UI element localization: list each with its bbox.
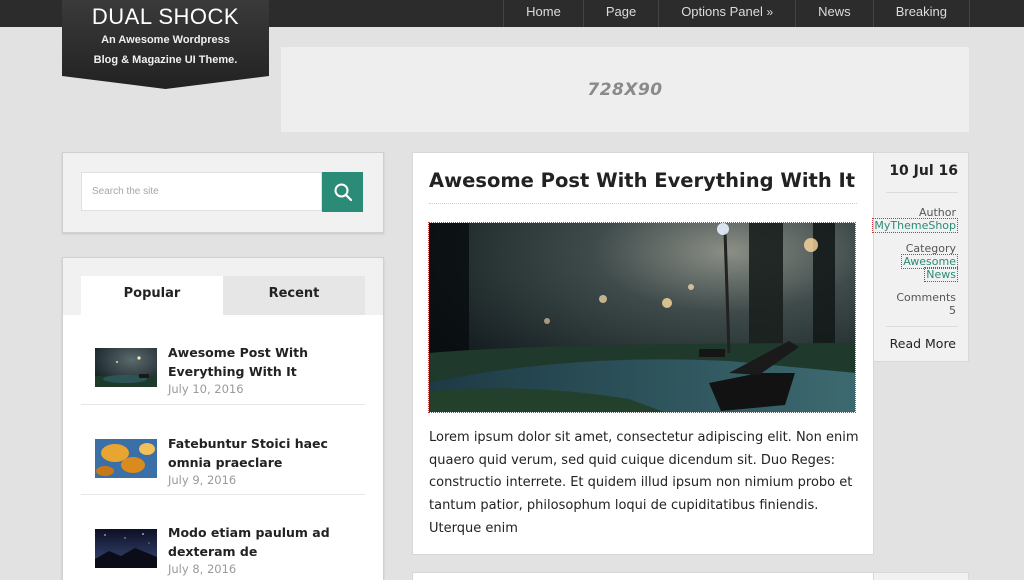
popular-posts-list: Awesome Post With Everything With It Jul…: [81, 315, 365, 580]
next-post-meta: [873, 572, 969, 580]
night-park-bench-image: [429, 223, 855, 412]
post-card: Awesome Post With Everything With It Lor…: [412, 152, 874, 555]
post-thumbnail[interactable]: [95, 439, 157, 478]
list-item: Awesome Post With Everything With It Jul…: [81, 315, 365, 405]
site-title: DUAL SHOCK: [91, 4, 240, 29]
meta-divider: [886, 192, 958, 193]
category-link-news[interactable]: News: [924, 267, 958, 282]
site-tagline-line1: An Awesome Wordpress: [101, 34, 230, 46]
post-thumbnail[interactable]: [95, 348, 157, 387]
title-divider: [429, 203, 857, 204]
popular-post-title[interactable]: Fatebuntur Stoici haec omnia praeclare: [168, 434, 358, 472]
popular-post-date: July 9, 2016: [168, 473, 237, 487]
tabs-widget: Popular Recent Awesome Post With Everyth…: [62, 257, 384, 580]
nav-breaking[interactable]: Breaking: [872, 0, 970, 27]
main-menu: Home Page Options Panel » News Breaking: [503, 0, 970, 27]
post-date: 10 Jul 16: [889, 163, 958, 179]
popular-post-date: July 10, 2016: [168, 382, 244, 396]
tabs-header: Popular Recent: [63, 258, 383, 315]
meta-divider: [886, 326, 958, 327]
popular-post-title[interactable]: Awesome Post With Everything With It: [168, 343, 358, 381]
popular-post-title[interactable]: Modo etiam paulum ad dexteram de: [168, 523, 358, 561]
search-widget: [62, 152, 384, 233]
submenu-arrow-icon: »: [766, 5, 774, 19]
site-logo[interactable]: DUAL SHOCK An Awesome Wordpress Blog & M…: [62, 0, 269, 90]
next-post-card: [412, 572, 874, 580]
nav-page[interactable]: Page: [582, 0, 658, 27]
nav-options-panel[interactable]: Options Panel »: [658, 0, 795, 27]
post-excerpt: Lorem ipsum dolor sit amet, consectetur …: [429, 430, 859, 536]
post-title[interactable]: Awesome Post With Everything With It: [429, 169, 859, 192]
tab-recent[interactable]: Recent: [223, 276, 365, 315]
ad-size-label: 728X90: [587, 79, 663, 100]
search-button[interactable]: [322, 172, 363, 212]
comments-count[interactable]: 5: [949, 304, 956, 317]
author-link[interactable]: MyThemeShop: [872, 218, 958, 233]
list-item: Modo etiam paulum ad dexteram de July 8,…: [81, 495, 365, 580]
header-ad-banner[interactable]: 728X90: [281, 47, 969, 132]
comments-label: Comments: [896, 291, 956, 304]
nav-home[interactable]: Home: [503, 0, 583, 27]
nav-options-label: Options Panel: [681, 4, 763, 19]
post-meta: 10 Jul 16 Author MyThemeShop Category Aw…: [872, 152, 969, 362]
search-icon: [334, 183, 352, 201]
tab-popular[interactable]: Popular: [81, 276, 223, 315]
site-tagline-line2: Blog & Magazine UI Theme.: [93, 54, 238, 66]
post-thumbnail[interactable]: [95, 529, 157, 568]
list-item: Fatebuntur Stoici haec omnia praeclare J…: [81, 405, 365, 495]
post-featured-image[interactable]: [428, 222, 856, 413]
search-input[interactable]: [81, 172, 322, 211]
nav-news[interactable]: News: [795, 0, 873, 27]
popular-post-date: July 8, 2016: [168, 562, 237, 576]
read-more-link[interactable]: Read More: [890, 336, 956, 351]
